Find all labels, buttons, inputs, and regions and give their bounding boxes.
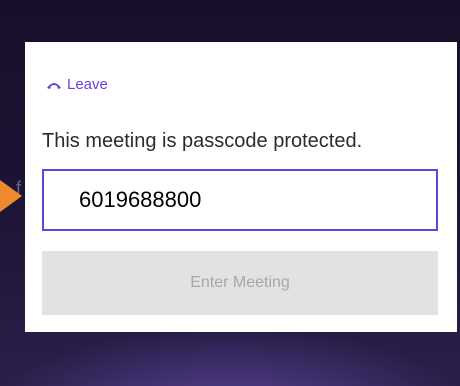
enter-meeting-button[interactable]: Enter Meeting	[42, 251, 438, 315]
passcode-dialog: Leave This meeting is passcode protected…	[25, 42, 457, 332]
passcode-input[interactable]	[42, 169, 438, 231]
passcode-prompt: This meeting is passcode protected.	[42, 130, 363, 152]
annotation-arrow	[0, 180, 22, 212]
hang-up-icon	[47, 82, 61, 89]
leave-button[interactable]: Leave	[46, 76, 108, 93]
meeting-screen: f Leave This meeting is passcode protect…	[0, 0, 460, 386]
leave-label: Leave	[67, 76, 108, 93]
